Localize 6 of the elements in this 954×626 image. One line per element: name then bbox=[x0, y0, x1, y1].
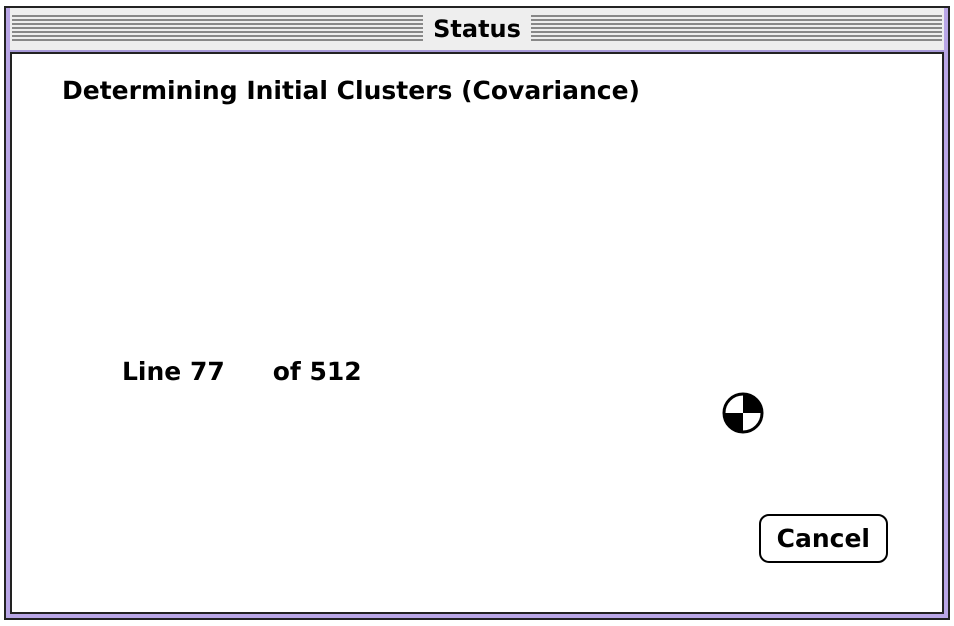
status-message: Determining Initial Clusters (Covariance) bbox=[62, 76, 641, 105]
line-total: of 512 bbox=[272, 357, 362, 386]
cancel-button[interactable]: Cancel bbox=[758, 514, 888, 563]
line-count: Line 77 bbox=[122, 357, 225, 386]
busy-wheel-icon bbox=[722, 392, 764, 434]
window-title: Status bbox=[433, 15, 521, 43]
